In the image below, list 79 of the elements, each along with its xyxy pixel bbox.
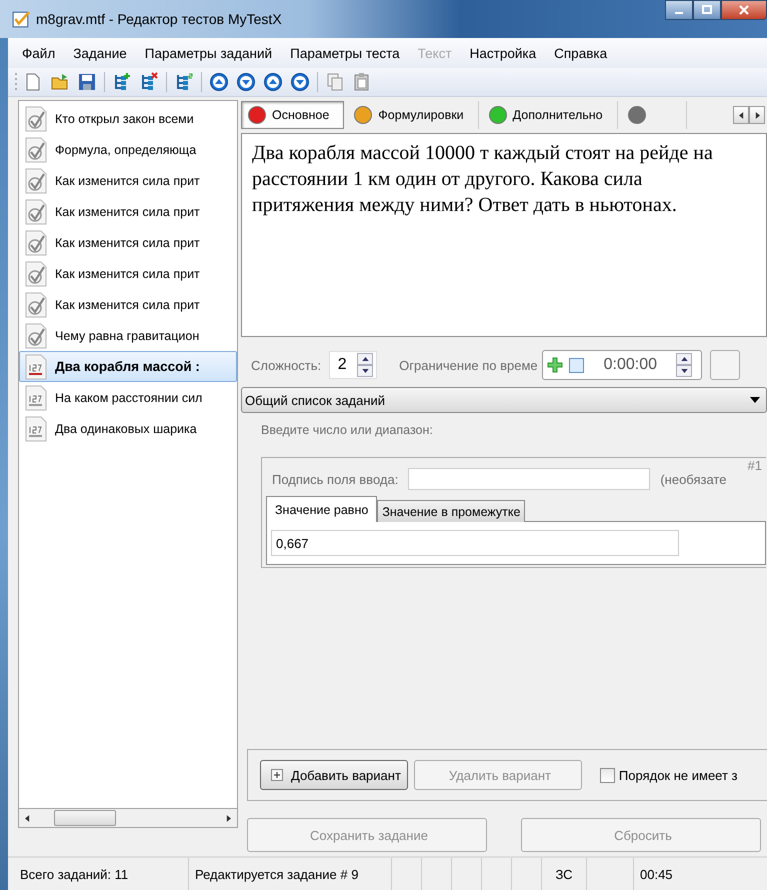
- sidebar-item[interactable]: Как изменится сила прит: [19, 165, 237, 196]
- checkmark-document-icon: [25, 106, 47, 132]
- checkmark-document-icon: [25, 260, 47, 286]
- scroll-left-button[interactable]: [733, 106, 749, 124]
- up-arrow-icon: [680, 357, 688, 361]
- sidebar-item[interactable]: Два корабля массой :: [19, 351, 237, 382]
- minimize-icon: [675, 12, 683, 14]
- sidebar-item[interactable]: Как изменится сила прит: [19, 227, 237, 258]
- move-up-icon[interactable]: [207, 70, 231, 94]
- sidebar-item[interactable]: Формула, определяюща: [19, 134, 237, 165]
- app-icon: [12, 10, 30, 28]
- down-arrow-icon: [680, 369, 688, 373]
- prompt-text: Введите число или диапазон:: [260, 422, 434, 437]
- field-label: Сложность:: [251, 358, 322, 372]
- task-list-dropdown[interactable]: Общий список заданий: [241, 387, 767, 413]
- plus-icon: [271, 769, 283, 781]
- number-document-icon: [25, 384, 47, 410]
- grip-icon: [14, 71, 18, 93]
- close-button[interactable]: [721, 0, 767, 20]
- down-arrow-icon: [362, 369, 369, 373]
- left-arrow-icon: [25, 814, 30, 822]
- tab[interactable]: Значение равно: [266, 496, 378, 522]
- menu-item[interactable]: Настройка: [462, 44, 544, 62]
- sidebar-item[interactable]: Как изменится сила прит: [19, 196, 237, 227]
- checkmark-document-icon: [25, 230, 47, 256]
- maximize-button[interactable]: [693, 0, 721, 20]
- menu-item[interactable]: Параметры заданий: [136, 44, 280, 62]
- maximize-icon: [701, 5, 713, 15]
- order-checkbox[interactable]: Порядок не имеет з: [600, 768, 738, 782]
- close-icon: [738, 5, 750, 15]
- tab[interactable]: Дополнительно: [482, 101, 618, 129]
- menu-item[interactable]: Файл: [14, 44, 64, 62]
- move-bottom-icon[interactable]: [288, 70, 312, 94]
- tab[interactable]: Значение в промежутке: [377, 500, 526, 522]
- sidebar-item[interactable]: Два одинаковых шарика: [19, 413, 237, 444]
- answer-field[interactable]: 0,667: [271, 530, 679, 556]
- tab[interactable]: Основное: [241, 101, 344, 129]
- menu-item[interactable]: Справка: [546, 44, 616, 62]
- sidebar-item[interactable]: Кто открыл закон всеми: [19, 103, 237, 134]
- status-text: Всего заданий: 11: [8, 858, 189, 890]
- status-text: Редактируется задание # 9: [189, 858, 392, 890]
- horizontal-scrollbar[interactable]: [18, 808, 238, 828]
- variant-number: #1: [748, 458, 762, 473]
- question-editor[interactable]: Два корабля массой 10000 т каждый стоят на рейде на расстоянии 1 км один от другого. Какова сила притяжения между ними? Ответ дать в ньютонах.: [241, 133, 767, 337]
- checkmark-document-icon: [25, 198, 47, 224]
- number-document-icon: [25, 354, 47, 380]
- checkmark-document-icon: [25, 322, 47, 348]
- move-down-icon[interactable]: [234, 70, 258, 94]
- difficulty-spinner[interactable]: 2: [329, 351, 378, 379]
- time-limit-checkbox[interactable]: [568, 358, 584, 372]
- status-text: 00:45: [639, 866, 674, 884]
- move-top-icon[interactable]: [261, 70, 285, 94]
- checkmark-document-icon: [25, 168, 47, 194]
- sidebar-item[interactable]: Чему равна гравитацион: [19, 320, 237, 351]
- field-label: Подпись поля ввода:: [272, 472, 398, 486]
- hint-text: (необязате: [660, 472, 726, 486]
- checkmark-document-icon: [25, 136, 47, 162]
- sidebar-item[interactable]: Как изменится сила прит: [19, 258, 237, 289]
- checkmark-document-icon: [25, 292, 47, 318]
- add-variant-button[interactable]: Добавить вариант: [260, 760, 408, 790]
- caret-icon: [750, 397, 760, 403]
- time-limit-field[interactable]: 0:00:00: [542, 350, 702, 380]
- right-arrow-icon: [226, 814, 231, 822]
- menu-item[interactable]: Параметры теста: [282, 44, 408, 62]
- menu-item[interactable]: Задание: [65, 44, 135, 62]
- minimize-button[interactable]: [665, 0, 693, 20]
- right-arrow-icon: [754, 112, 760, 118]
- number-document-icon: [25, 416, 47, 442]
- window-title: m8grav.mtf - Редактор тестов MyTestX: [36, 11, 282, 27]
- sidebar-item[interactable]: На каком расстоянии сил: [19, 382, 237, 413]
- field-label: Ограничение по време: [399, 358, 538, 372]
- scroll-right-button[interactable]: [749, 106, 765, 124]
- input-field[interactable]: [408, 468, 650, 490]
- up-arrow-icon: [362, 357, 369, 361]
- add-picture-icon: [546, 357, 563, 373]
- status-text: ЗС: [542, 858, 587, 890]
- tab[interactable]: Формулировки: [348, 101, 479, 129]
- sidebar-item[interactable]: Как изменится сила прит: [19, 289, 237, 320]
- left-arrow-icon: [738, 112, 744, 118]
